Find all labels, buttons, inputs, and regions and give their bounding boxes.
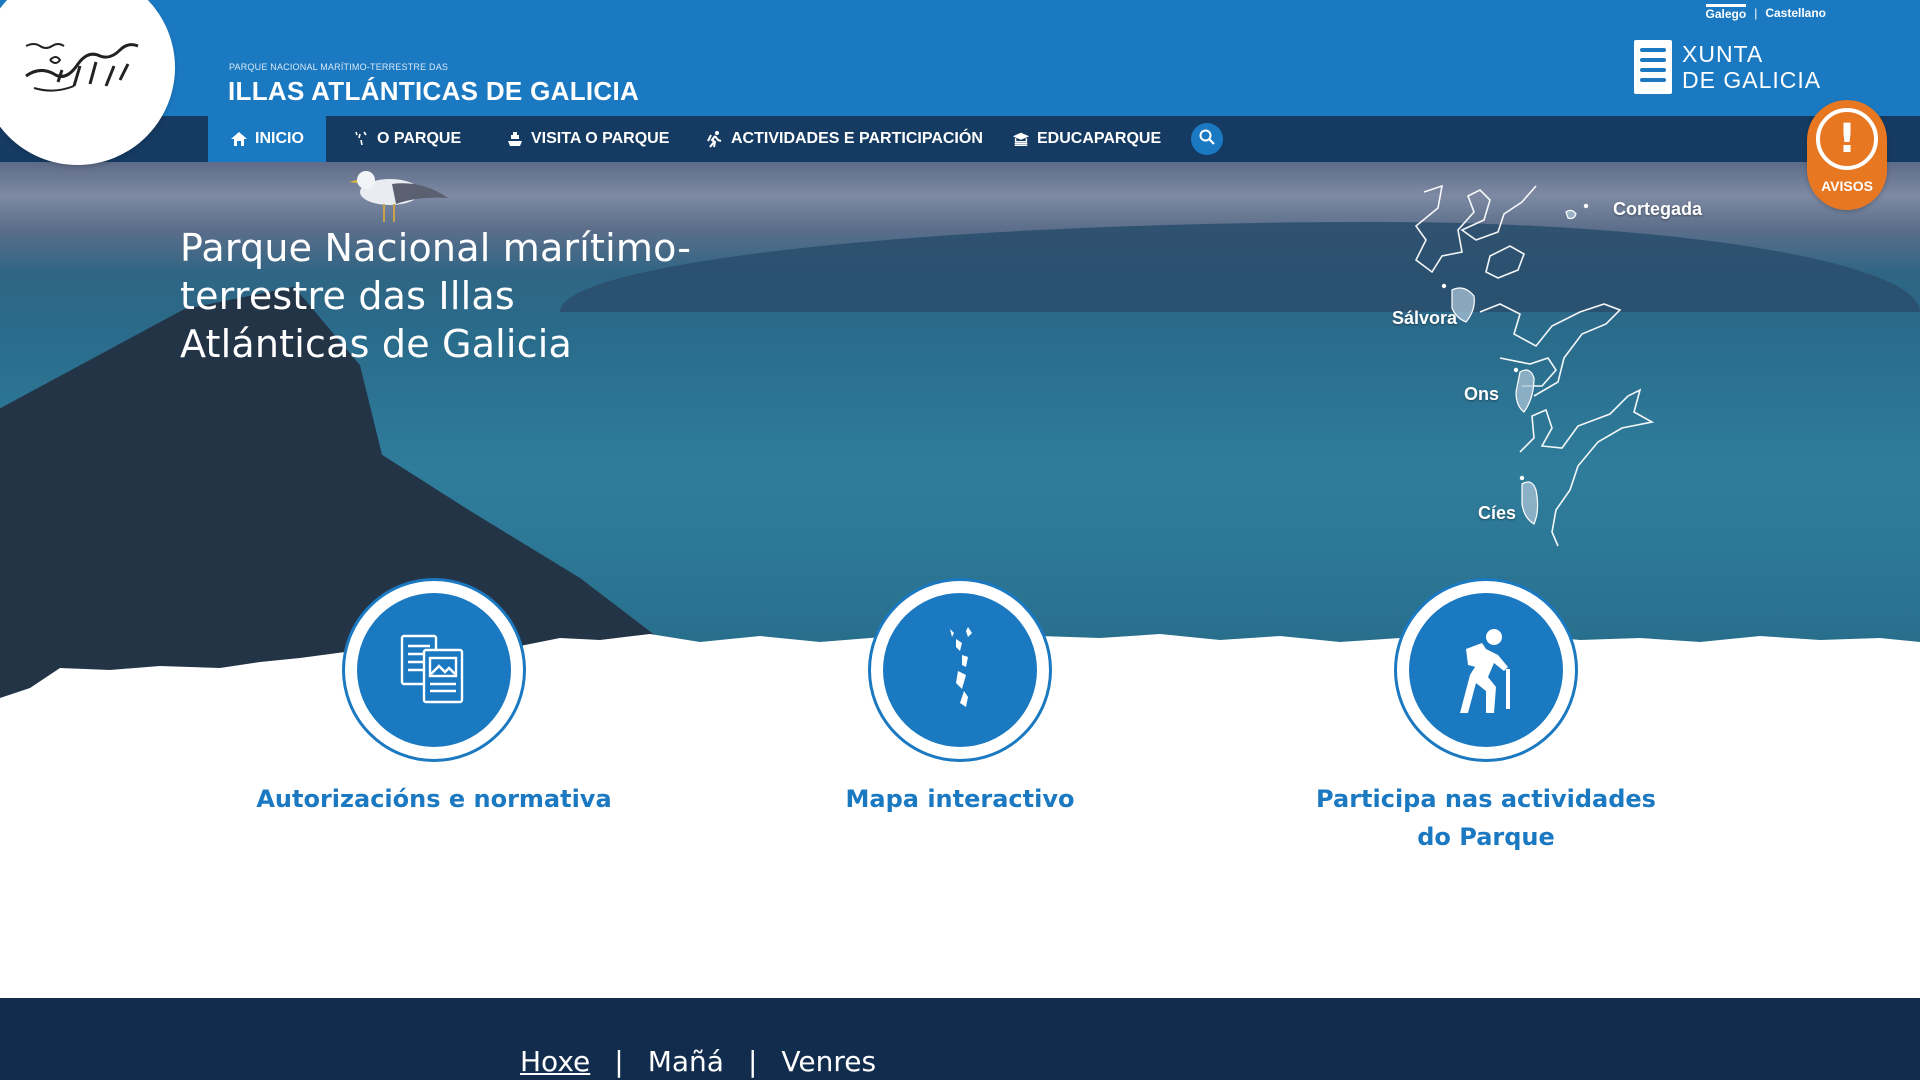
nav-educaparque[interactable]: EDUCAPARQUE	[990, 116, 1183, 162]
page: Galego | Castellano PARQUE NACIONAL MARÍ…	[0, 0, 1920, 1080]
site-title[interactable]: ILLAS ATLÁNTICAS DE GALICIA	[228, 76, 639, 107]
quick-link-mapa[interactable]: Mapa interactivo	[770, 578, 1150, 818]
island-label-salvora[interactable]: Sálvora	[1392, 308, 1457, 329]
quick-link-autorizacions[interactable]: Autorizacións e normativa	[244, 578, 624, 818]
site-subtitle: PARQUE NACIONAL MARÍTIMO-TERRESTRE DAS	[229, 62, 449, 72]
island-label-ons[interactable]: Ons	[1464, 384, 1499, 405]
home-icon	[230, 130, 248, 148]
avisos-button[interactable]: ! AVISOS	[1807, 100, 1887, 210]
main-nav: INICIO O PARQUE VISITA O PARQUE ACTIVIDA…	[0, 116, 1920, 162]
graduation-icon	[1012, 130, 1030, 148]
lang-separator: |	[1754, 5, 1758, 20]
nav-visita-o-parque[interactable]: VISITA O PARQUE	[484, 116, 691, 162]
nav-o-parque-label: O PARQUE	[377, 130, 462, 147]
quick-link-participa-label: Participa nas actividades do Parque	[1316, 785, 1656, 851]
seagull-image	[349, 171, 448, 222]
language-switcher: Galego | Castellano	[1705, 4, 1826, 21]
lang-galego[interactable]: Galego	[1705, 4, 1747, 21]
search-button[interactable]	[1191, 123, 1223, 155]
tab-hoxe[interactable]: Hoxe	[520, 1045, 590, 1078]
nav-inicio-label: INICIO	[255, 130, 304, 147]
hero-title: Parque Nacional marítimo-terrestre das I…	[180, 226, 692, 366]
weather-day-tabs: Hoxe | Mañá | Venres	[520, 1045, 876, 1078]
island-label-cies[interactable]: Cíes	[1478, 503, 1516, 524]
tab-mana[interactable]: Mañá	[648, 1045, 724, 1078]
nav-actividades-label: ACTIVIDADES E PARTICIPACIÓN	[731, 130, 983, 147]
nav-visita-label: VISITA O PARQUE	[531, 130, 670, 147]
nav-educaparque-label: EDUCAPARQUE	[1037, 130, 1162, 147]
hiker-icon	[1409, 593, 1563, 747]
quick-link-ring	[868, 578, 1052, 762]
islands-icon	[352, 130, 370, 148]
nav-inicio[interactable]: INICIO	[208, 116, 326, 162]
distant-island-image	[560, 222, 1920, 312]
search-icon	[1198, 128, 1216, 151]
islands-map-icon[interactable]	[1380, 162, 1700, 602]
nav-o-parque[interactable]: O PARQUE	[330, 116, 483, 162]
quick-link-ring	[1394, 578, 1578, 762]
quick-link-mapa-label: Mapa interactivo	[845, 785, 1075, 813]
xunta-shield-icon	[1634, 40, 1672, 94]
lang-castellano[interactable]: Castellano	[1765, 6, 1826, 20]
avisos-label: AVISOS	[1821, 178, 1873, 194]
island-label-cortegada[interactable]: Cortegada	[1613, 199, 1702, 220]
xunta-line2: DE GALICIA	[1682, 67, 1822, 93]
boat-icon	[506, 130, 524, 148]
site-header: Galego | Castellano PARQUE NACIONAL MARÍ…	[0, 0, 1920, 116]
nav-actividades[interactable]: ACTIVIDADES E PARTICIPACIÓN	[684, 116, 1005, 162]
quick-link-ring	[342, 578, 526, 762]
tab-separator: |	[747, 1045, 758, 1078]
park-logo-icon	[25, 43, 139, 92]
xunta-line1: XUNTA	[1682, 41, 1764, 67]
xunta-logo[interactable]: XUNTA DE GALICIA	[1634, 40, 1821, 94]
quick-link-participa[interactable]: Participa nas actividades do Parque	[1296, 578, 1676, 856]
weather-band	[0, 998, 1920, 1080]
tab-venres[interactable]: Venres	[781, 1045, 876, 1078]
xunta-text: XUNTA DE GALICIA	[1682, 41, 1821, 93]
hiker-icon	[706, 130, 724, 148]
tab-separator: |	[614, 1045, 624, 1078]
documents-icon	[357, 593, 511, 747]
quick-link-autorizacions-label: Autorizacións e normativa	[256, 785, 612, 813]
warning-icon: !	[1816, 108, 1878, 170]
map-icon	[883, 593, 1037, 747]
